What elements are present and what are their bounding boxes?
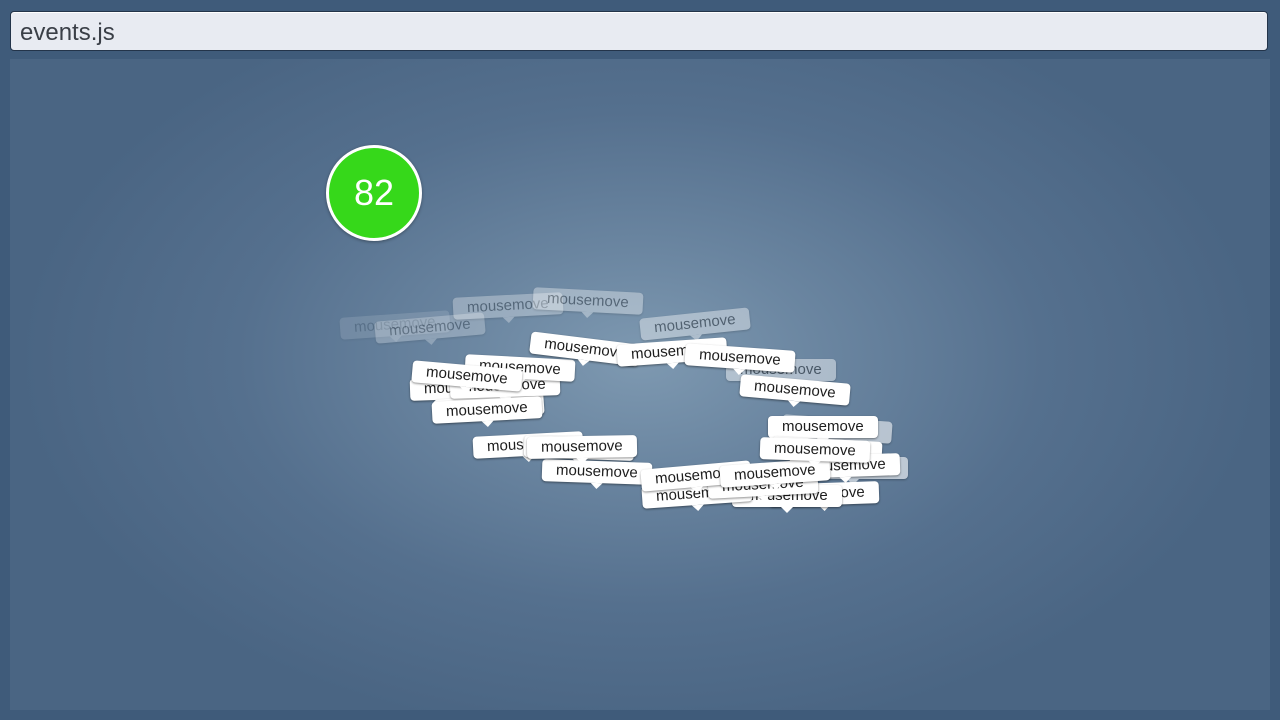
- event-tooltip: mousemove: [526, 435, 637, 459]
- event-tooltip: mousemove: [541, 459, 653, 485]
- score-badge: 82: [326, 145, 422, 241]
- event-tooltip: mousemove: [768, 416, 878, 444]
- event-tooltip: mousemove: [639, 307, 751, 341]
- event-tooltip: mousemove: [684, 343, 796, 373]
- event-tooltip: mousemove: [759, 437, 871, 463]
- title-bar: events.js: [10, 11, 1268, 51]
- window-title: events.js: [20, 19, 115, 46]
- event-tooltip: mousemove: [431, 396, 543, 424]
- event-stage[interactable]: 82 mousemove mousemove mousemove mousemo…: [10, 59, 1270, 710]
